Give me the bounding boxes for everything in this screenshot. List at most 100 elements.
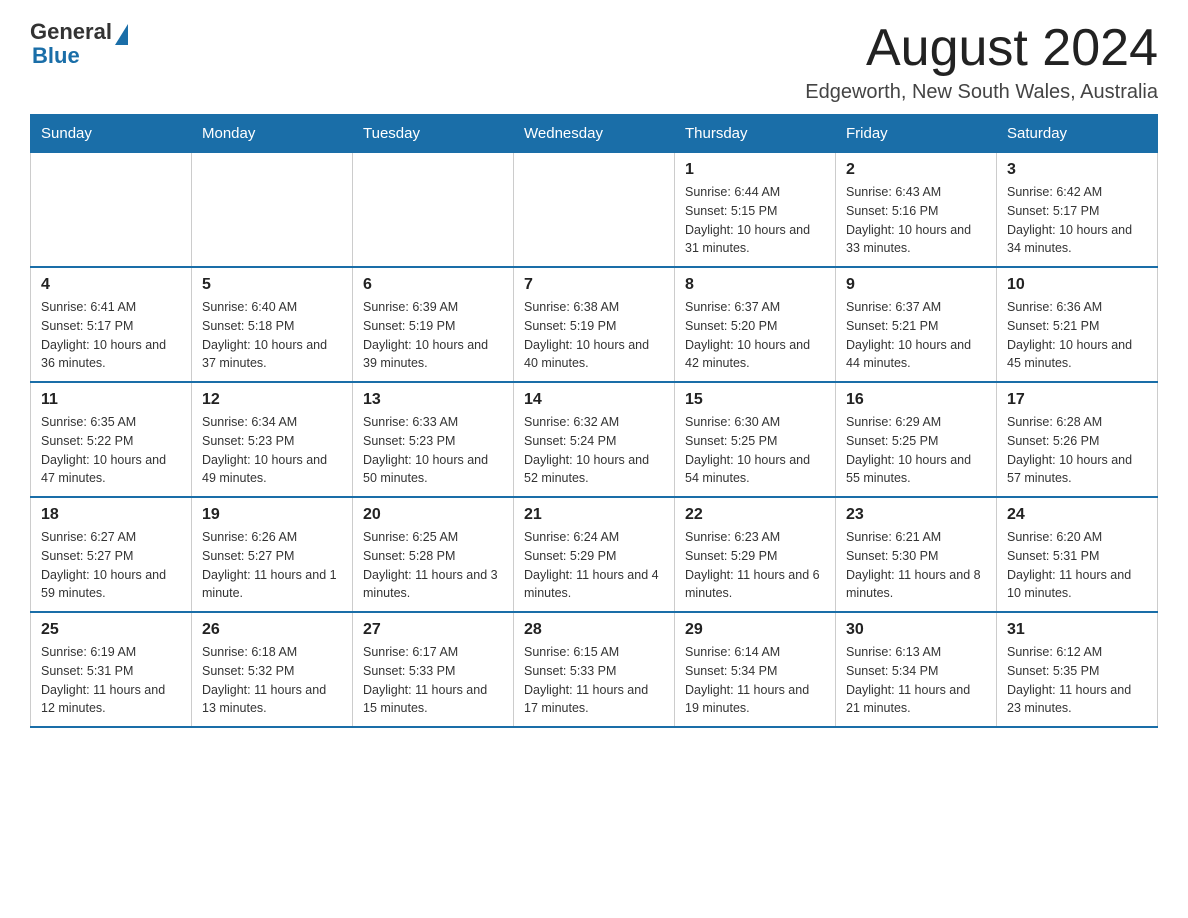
day-number: 15 (685, 391, 825, 409)
day-info: Sunrise: 6:40 AM Sunset: 5:18 PM Dayligh… (202, 298, 342, 373)
calendar-cell: 4 Sunrise: 6:41 AM Sunset: 5:17 PM Daylig… (31, 267, 192, 382)
day-number: 13 (363, 391, 503, 409)
day-number: 16 (846, 391, 986, 409)
day-info: Sunrise: 6:37 AM Sunset: 5:21 PM Dayligh… (846, 298, 986, 373)
day-info: Sunrise: 6:38 AM Sunset: 5:19 PM Dayligh… (524, 298, 664, 373)
day-number: 28 (524, 621, 664, 639)
calendar-cell: 14 Sunrise: 6:32 AM Sunset: 5:24 PM Dayli… (514, 382, 675, 497)
calendar-cell: 28 Sunrise: 6:15 AM Sunset: 5:33 PM Dayli… (514, 612, 675, 727)
header-thursday: Thursday (675, 115, 836, 153)
calendar-cell: 2 Sunrise: 6:43 AM Sunset: 5:16 PM Daylig… (836, 153, 997, 268)
day-info: Sunrise: 6:14 AM Sunset: 5:34 PM Dayligh… (685, 643, 825, 718)
day-number: 29 (685, 621, 825, 639)
day-number: 8 (685, 276, 825, 294)
calendar-cell: 20Sunrise: 6:25 AM Sunset: 5:28 PM Dayli… (353, 497, 514, 612)
day-info: Sunrise: 6:21 AM Sunset: 5:30 PM Dayligh… (846, 528, 986, 603)
calendar-cell: 8 Sunrise: 6:37 AM Sunset: 5:20 PM Daylig… (675, 267, 836, 382)
calendar-cell: 6Sunrise: 6:39 AM Sunset: 5:19 PM Daylig… (353, 267, 514, 382)
day-info: Sunrise: 6:35 AM Sunset: 5:22 PM Dayligh… (41, 413, 181, 488)
calendar-cell: 17 Sunrise: 6:28 AM Sunset: 5:26 PM Dayli… (997, 382, 1158, 497)
day-number: 11 (41, 391, 181, 409)
calendar-cell (353, 153, 514, 268)
header-wednesday: Wednesday (514, 115, 675, 153)
day-number: 4 (41, 276, 181, 294)
header-monday: Monday (192, 115, 353, 153)
day-info: Sunrise: 6:33 AM Sunset: 5:23 PM Dayligh… (363, 413, 503, 488)
calendar-cell: 24Sunrise: 6:20 AM Sunset: 5:31 PM Dayli… (997, 497, 1158, 612)
calendar-table: SundayMondayTuesdayWednesdayThursdayFrid… (30, 114, 1158, 728)
calendar-cell: 22 Sunrise: 6:23 AM Sunset: 5:29 PM Dayli… (675, 497, 836, 612)
day-info: Sunrise: 6:13 AM Sunset: 5:34 PM Dayligh… (846, 643, 986, 718)
day-info: Sunrise: 6:30 AM Sunset: 5:25 PM Dayligh… (685, 413, 825, 488)
day-number: 18 (41, 506, 181, 524)
logo-container: General Blue (30, 20, 128, 68)
day-info: Sunrise: 6:41 AM Sunset: 5:17 PM Dayligh… (41, 298, 181, 373)
day-info: Sunrise: 6:12 AM Sunset: 5:35 PM Dayligh… (1007, 643, 1147, 718)
day-info: Sunrise: 6:43 AM Sunset: 5:16 PM Dayligh… (846, 183, 986, 258)
day-number: 21 (524, 506, 664, 524)
day-info: Sunrise: 6:23 AM Sunset: 5:29 PM Dayligh… (685, 528, 825, 603)
calendar-cell: 21 Sunrise: 6:24 AM Sunset: 5:29 PM Dayli… (514, 497, 675, 612)
header-saturday: Saturday (997, 115, 1158, 153)
day-info: Sunrise: 6:17 AM Sunset: 5:33 PM Dayligh… (363, 643, 503, 718)
calendar-cell (192, 153, 353, 268)
day-info: Sunrise: 6:37 AM Sunset: 5:20 PM Dayligh… (685, 298, 825, 373)
day-number: 12 (202, 391, 342, 409)
day-info: Sunrise: 6:27 AM Sunset: 5:27 PM Dayligh… (41, 528, 181, 603)
logo-general-text: General (30, 20, 112, 44)
day-info: Sunrise: 6:32 AM Sunset: 5:24 PM Dayligh… (524, 413, 664, 488)
calendar-cell: 5 Sunrise: 6:40 AM Sunset: 5:18 PM Daylig… (192, 267, 353, 382)
day-info: Sunrise: 6:39 AM Sunset: 5:19 PM Dayligh… (363, 298, 503, 373)
header-tuesday: Tuesday (353, 115, 514, 153)
day-info: Sunrise: 6:28 AM Sunset: 5:26 PM Dayligh… (1007, 413, 1147, 488)
calendar-cell: 7Sunrise: 6:38 AM Sunset: 5:19 PM Daylig… (514, 267, 675, 382)
week-row-2: 4 Sunrise: 6:41 AM Sunset: 5:17 PM Daylig… (31, 267, 1158, 382)
day-number: 1 (685, 161, 825, 179)
day-number: 19 (202, 506, 342, 524)
day-number: 22 (685, 506, 825, 524)
week-row-1: 1Sunrise: 6:44 AM Sunset: 5:15 PM Daylig… (31, 153, 1158, 268)
day-number: 9 (846, 276, 986, 294)
day-number: 23 (846, 506, 986, 524)
day-info: Sunrise: 6:36 AM Sunset: 5:21 PM Dayligh… (1007, 298, 1147, 373)
day-info: Sunrise: 6:15 AM Sunset: 5:33 PM Dayligh… (524, 643, 664, 718)
calendar-cell: 31 Sunrise: 6:12 AM Sunset: 5:35 PM Dayli… (997, 612, 1158, 727)
calendar-cell: 27 Sunrise: 6:17 AM Sunset: 5:33 PM Dayli… (353, 612, 514, 727)
day-number: 5 (202, 276, 342, 294)
calendar-header-row: SundayMondayTuesdayWednesdayThursdayFrid… (31, 115, 1158, 153)
day-number: 20 (363, 506, 503, 524)
week-row-4: 18 Sunrise: 6:27 AM Sunset: 5:27 PM Dayli… (31, 497, 1158, 612)
day-number: 25 (41, 621, 181, 639)
day-number: 2 (846, 161, 986, 179)
calendar-cell: 1Sunrise: 6:44 AM Sunset: 5:15 PM Daylig… (675, 153, 836, 268)
title-area: August 2024 Edgeworth, New South Wales, … (805, 20, 1158, 104)
logo: General Blue (30, 20, 128, 68)
calendar-cell: 10 Sunrise: 6:36 AM Sunset: 5:21 PM Dayli… (997, 267, 1158, 382)
week-row-5: 25 Sunrise: 6:19 AM Sunset: 5:31 PM Dayli… (31, 612, 1158, 727)
calendar-cell: 19 Sunrise: 6:26 AM Sunset: 5:27 PM Dayli… (192, 497, 353, 612)
header-friday: Friday (836, 115, 997, 153)
calendar-cell: 25 Sunrise: 6:19 AM Sunset: 5:31 PM Dayli… (31, 612, 192, 727)
day-number: 27 (363, 621, 503, 639)
logo-blue-text: Blue (32, 44, 128, 68)
day-info: Sunrise: 6:24 AM Sunset: 5:29 PM Dayligh… (524, 528, 664, 603)
day-number: 24 (1007, 506, 1147, 524)
day-info: Sunrise: 6:18 AM Sunset: 5:32 PM Dayligh… (202, 643, 342, 718)
day-number: 30 (846, 621, 986, 639)
day-number: 3 (1007, 161, 1147, 179)
calendar-cell: 23 Sunrise: 6:21 AM Sunset: 5:30 PM Dayli… (836, 497, 997, 612)
week-row-3: 11 Sunrise: 6:35 AM Sunset: 5:22 PM Dayli… (31, 382, 1158, 497)
day-number: 17 (1007, 391, 1147, 409)
day-info: Sunrise: 6:19 AM Sunset: 5:31 PM Dayligh… (41, 643, 181, 718)
calendar-cell: 15 Sunrise: 6:30 AM Sunset: 5:25 PM Dayli… (675, 382, 836, 497)
day-number: 14 (524, 391, 664, 409)
calendar-subtitle: Edgeworth, New South Wales, Australia (805, 81, 1158, 104)
calendar-cell: 29 Sunrise: 6:14 AM Sunset: 5:34 PM Dayli… (675, 612, 836, 727)
calendar-cell: 16Sunrise: 6:29 AM Sunset: 5:25 PM Dayli… (836, 382, 997, 497)
calendar-cell: 30 Sunrise: 6:13 AM Sunset: 5:34 PM Dayli… (836, 612, 997, 727)
calendar-cell: 3Sunrise: 6:42 AM Sunset: 5:17 PM Daylig… (997, 153, 1158, 268)
calendar-cell: 26Sunrise: 6:18 AM Sunset: 5:32 PM Dayli… (192, 612, 353, 727)
day-info: Sunrise: 6:26 AM Sunset: 5:27 PM Dayligh… (202, 528, 342, 603)
day-number: 10 (1007, 276, 1147, 294)
day-number: 31 (1007, 621, 1147, 639)
